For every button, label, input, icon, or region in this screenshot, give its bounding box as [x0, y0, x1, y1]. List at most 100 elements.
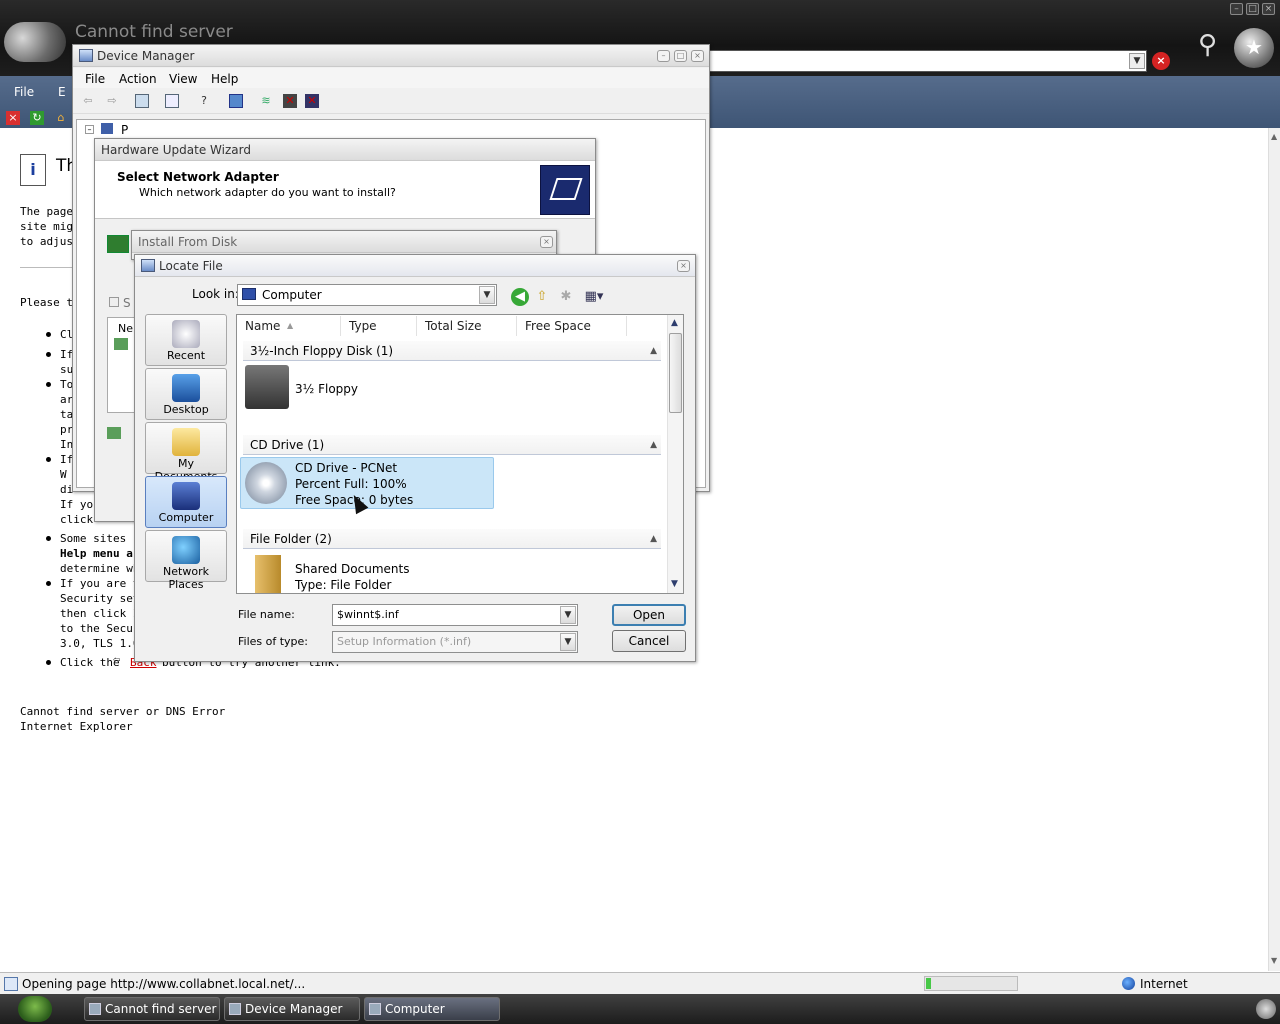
address-bar[interactable]: ▼: [700, 50, 1147, 72]
chevron-down-icon[interactable]: ▼: [560, 633, 576, 651]
chevron-down-icon[interactable]: ▼: [560, 606, 576, 624]
refresh-icon[interactable]: ↻: [30, 111, 44, 125]
collapse-icon[interactable]: ▲: [650, 529, 657, 549]
list-item-selected[interactable]: CD Drive - PCNet Percent Full: 100% Free…: [240, 457, 494, 509]
stop-icon[interactable]: ×: [1152, 52, 1170, 70]
back-icon[interactable]: ◀: [511, 288, 529, 306]
scroll-down-icon[interactable]: ▼: [1271, 956, 1277, 965]
menu-help[interactable]: Help: [211, 72, 238, 86]
scroll-down-icon[interactable]: ▼: [671, 579, 678, 589]
uninstall-icon[interactable]: ✕: [305, 94, 319, 108]
collapse-icon[interactable]: ▲: [650, 435, 657, 455]
title-bar[interactable]: Locate File ×: [135, 255, 695, 277]
place-network-places[interactable]: Network Places: [145, 530, 227, 591]
new-folder-icon[interactable]: ✱: [557, 288, 575, 306]
back-forward-orb[interactable]: [4, 22, 66, 62]
start-button[interactable]: [18, 996, 52, 1022]
title-bar[interactable]: Hardware Update Wizard: [95, 139, 595, 161]
minimize-icon[interactable]: –: [657, 50, 670, 62]
title-bar[interactable]: Install From Disk ×: [132, 231, 556, 253]
properties-icon[interactable]: [165, 94, 179, 108]
disable-device-icon[interactable]: ✕: [283, 94, 297, 108]
scan-hardware-icon[interactable]: [229, 94, 243, 108]
ie-vertical-scrollbar[interactable]: ▲ ▼: [1268, 128, 1280, 971]
stop-toolbar-icon[interactable]: ×: [6, 111, 20, 125]
menu-action[interactable]: Action: [119, 72, 157, 86]
title-bar[interactable]: Device Manager – □ ×: [73, 45, 709, 67]
minimize-icon[interactable]: –: [1230, 3, 1243, 15]
column-name[interactable]: Name ▲: [237, 316, 341, 336]
taskbar-button[interactable]: Cannot find server: [84, 997, 220, 1021]
maximize-icon[interactable]: □: [1246, 3, 1259, 15]
maximize-icon[interactable]: □: [674, 50, 687, 62]
menu-edit[interactable]: E: [58, 85, 66, 99]
collapse-icon[interactable]: ▲: [650, 341, 657, 361]
column-total-size[interactable]: Total Size: [417, 316, 517, 336]
close-icon[interactable]: ×: [677, 260, 690, 272]
group-header[interactable]: File Folder (2) ▲: [243, 529, 661, 549]
ie-icon: [89, 1003, 101, 1015]
place-recent[interactable]: Recent: [145, 314, 227, 366]
open-button[interactable]: Open: [612, 604, 686, 626]
chevron-down-icon[interactable]: ▼: [1129, 53, 1145, 69]
checkbox[interactable]: [109, 297, 119, 307]
group-header[interactable]: CD Drive (1) ▲: [243, 435, 661, 455]
globe-icon: [172, 536, 200, 564]
look-in-select[interactable]: Computer ▼: [237, 284, 497, 306]
column-free-space[interactable]: Free Space: [517, 316, 627, 336]
recent-icon: [172, 320, 200, 348]
look-in-value: Computer: [262, 288, 322, 302]
scrollbar-thumb[interactable]: [669, 333, 682, 413]
menu-view[interactable]: View: [169, 72, 197, 86]
scroll-up-icon[interactable]: ▲: [671, 318, 678, 328]
group-header[interactable]: 3½-Inch Floppy Disk (1) ▲: [243, 341, 661, 361]
help-icon[interactable]: ?: [197, 94, 211, 108]
bullet-text: W: [60, 468, 67, 481]
close-icon[interactable]: ×: [691, 50, 704, 62]
file-type-select[interactable]: Setup Information (*.inf) ▼: [332, 631, 578, 653]
intro-line: site migh: [20, 220, 80, 233]
column-label: Type: [349, 319, 377, 333]
scroll-up-icon[interactable]: ▲: [1271, 132, 1277, 141]
file-list[interactable]: Name ▲ Type Total Size Free Space 3½-Inc…: [236, 314, 684, 594]
show-desktop-icon[interactable]: [1256, 999, 1276, 1019]
favorites-star-icon[interactable]: ★: [1234, 28, 1274, 68]
up-folder-icon[interactable]: ⇧: [533, 288, 551, 306]
taskbar: Cannot find server Device Manager Comput…: [0, 994, 1280, 1024]
taskbar-button[interactable]: Device Manager: [224, 997, 360, 1021]
bullet: [46, 536, 51, 541]
close-icon[interactable]: ×: [1262, 3, 1275, 15]
close-icon[interactable]: ×: [540, 236, 553, 248]
search-icon[interactable]: ⚲: [1198, 30, 1230, 64]
taskbar-button-label: Cannot find server: [105, 1002, 217, 1016]
file-name-input[interactable]: $winnt$.inf ▼: [332, 604, 578, 626]
place-desktop[interactable]: Desktop: [145, 368, 227, 420]
intro-line: The page: [20, 205, 73, 218]
update-driver-icon[interactable]: ≋: [259, 94, 273, 108]
collapse-icon[interactable]: –: [85, 125, 94, 134]
cancel-button[interactable]: Cancel: [612, 630, 686, 652]
tree-root-label[interactable]: P: [121, 123, 128, 137]
back-icon[interactable]: ⇦: [81, 94, 95, 108]
vertical-scrollbar[interactable]: ▲ ▼: [667, 315, 683, 593]
list-item[interactable]: 3½ Floppy: [295, 381, 358, 397]
views-menu-icon[interactable]: ▦▾: [581, 288, 607, 306]
show-hide-tree-icon[interactable]: [135, 94, 149, 108]
places-bar: Recent Desktop My Documents Computer Net…: [145, 314, 229, 640]
item-detail: Type: File Folder: [295, 578, 392, 592]
network-adapter-icon: [540, 165, 590, 215]
chevron-down-icon[interactable]: ▼: [479, 286, 495, 304]
menu-bar: File Action View Help: [73, 68, 709, 88]
forward-icon[interactable]: ⇨: [105, 94, 119, 108]
bullet-text: click: [60, 513, 94, 526]
column-type[interactable]: Type: [341, 316, 417, 336]
bullet-text: Click the: [60, 656, 120, 669]
list-item[interactable]: Shared Documents: [295, 561, 409, 577]
menu-file[interactable]: File: [14, 85, 34, 99]
computer-icon: [101, 123, 113, 134]
menu-file[interactable]: File: [85, 72, 105, 86]
taskbar-button-active[interactable]: Computer: [364, 997, 500, 1021]
place-computer[interactable]: Computer: [145, 476, 227, 528]
place-my-documents[interactable]: My Documents: [145, 422, 227, 483]
home-icon[interactable]: ⌂: [54, 111, 68, 125]
